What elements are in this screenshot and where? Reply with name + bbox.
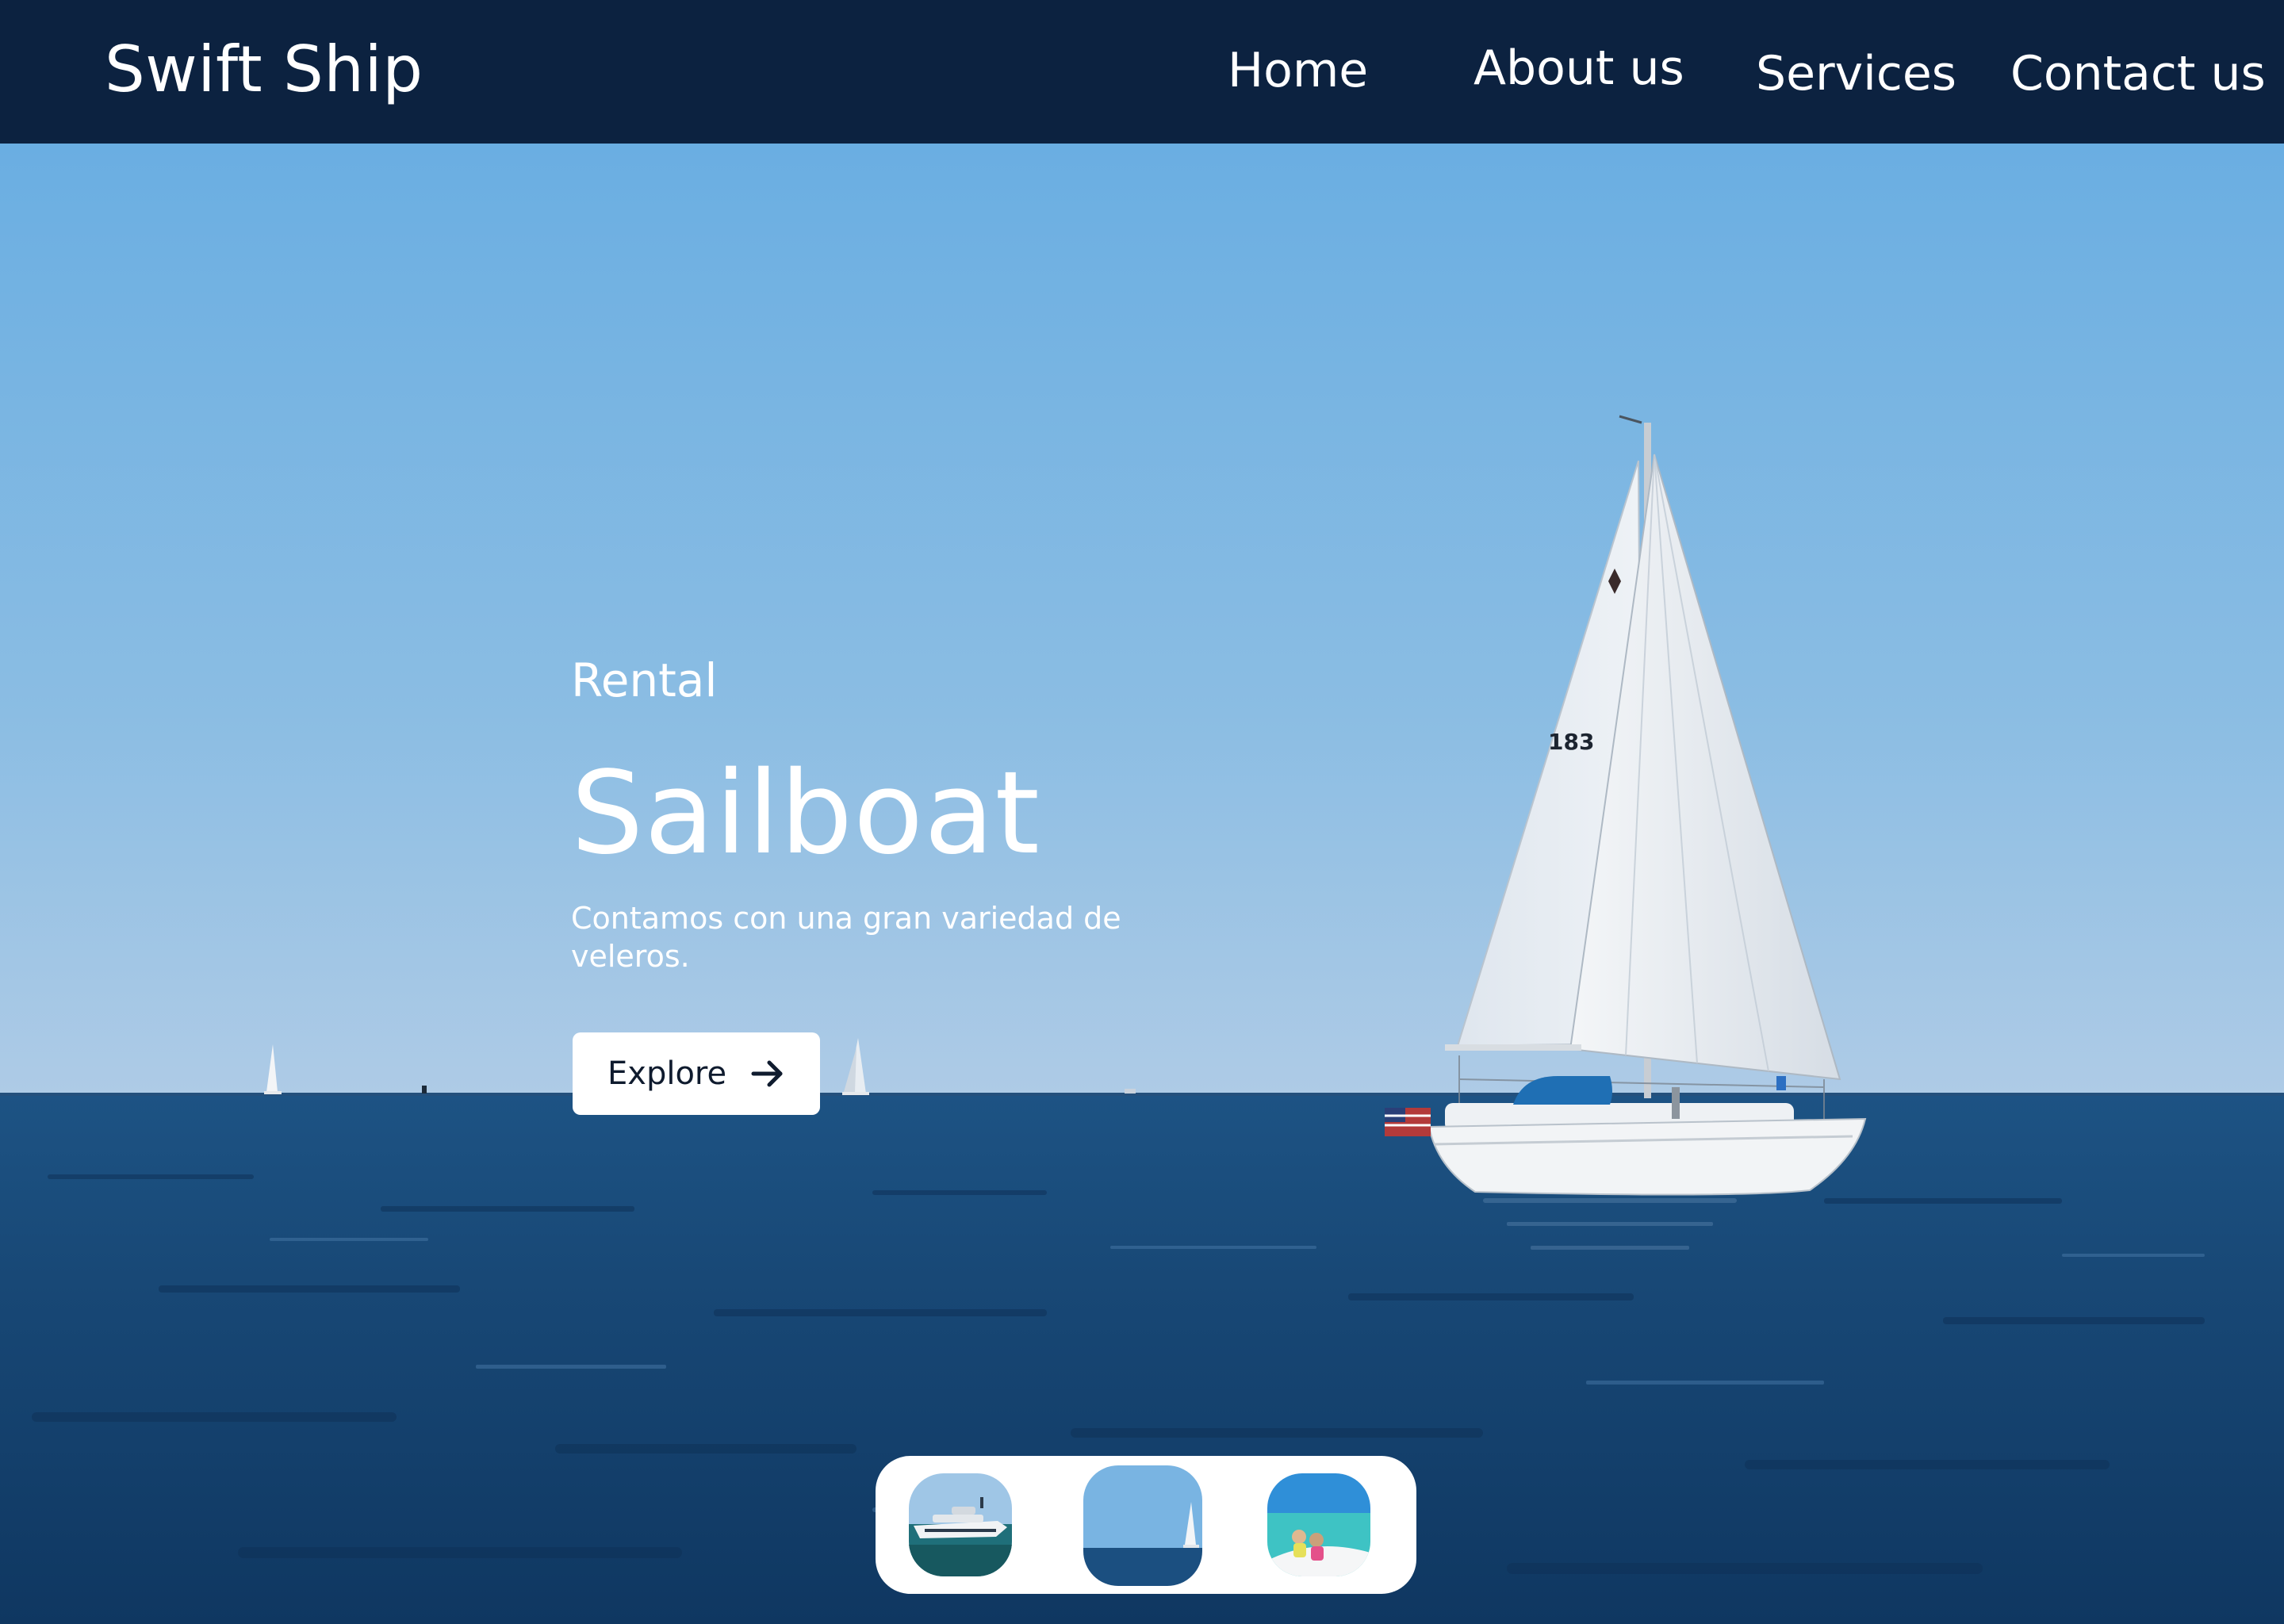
hero-description: Contamos con una gran variedad de velero… [571,901,1121,974]
arrow-right-icon [751,1060,783,1087]
top-navbar: Swift Ship Home About us Services Contac… [0,0,2284,144]
explore-button[interactable]: Explore [573,1032,820,1115]
brand-logo[interactable]: Swift Ship [105,30,423,109]
nav-link-services[interactable]: Services [1756,42,1956,105]
hero-eyebrow: Rental [571,653,718,707]
page: Swift Ship Home About us Services Contac… [0,0,2284,1624]
explore-button-label: Explore [607,1055,727,1092]
thumbnail-yacht[interactable] [909,1473,1012,1576]
nav-link-home[interactable]: Home [1228,39,1368,102]
hero-title: Sailboat [571,746,1040,879]
nav-link-about-us[interactable]: About us [1473,36,1684,100]
hero-image: 183 [0,144,2284,1624]
thumbnail-gallery [876,1456,1416,1594]
thumbnail-boat-deck[interactable] [1267,1473,1370,1576]
nav-link-contact-us[interactable]: Contact us [2010,42,2266,105]
thumbnail-sailboat[interactable] [1083,1465,1202,1586]
sail-number: 183 [1548,729,1594,755]
